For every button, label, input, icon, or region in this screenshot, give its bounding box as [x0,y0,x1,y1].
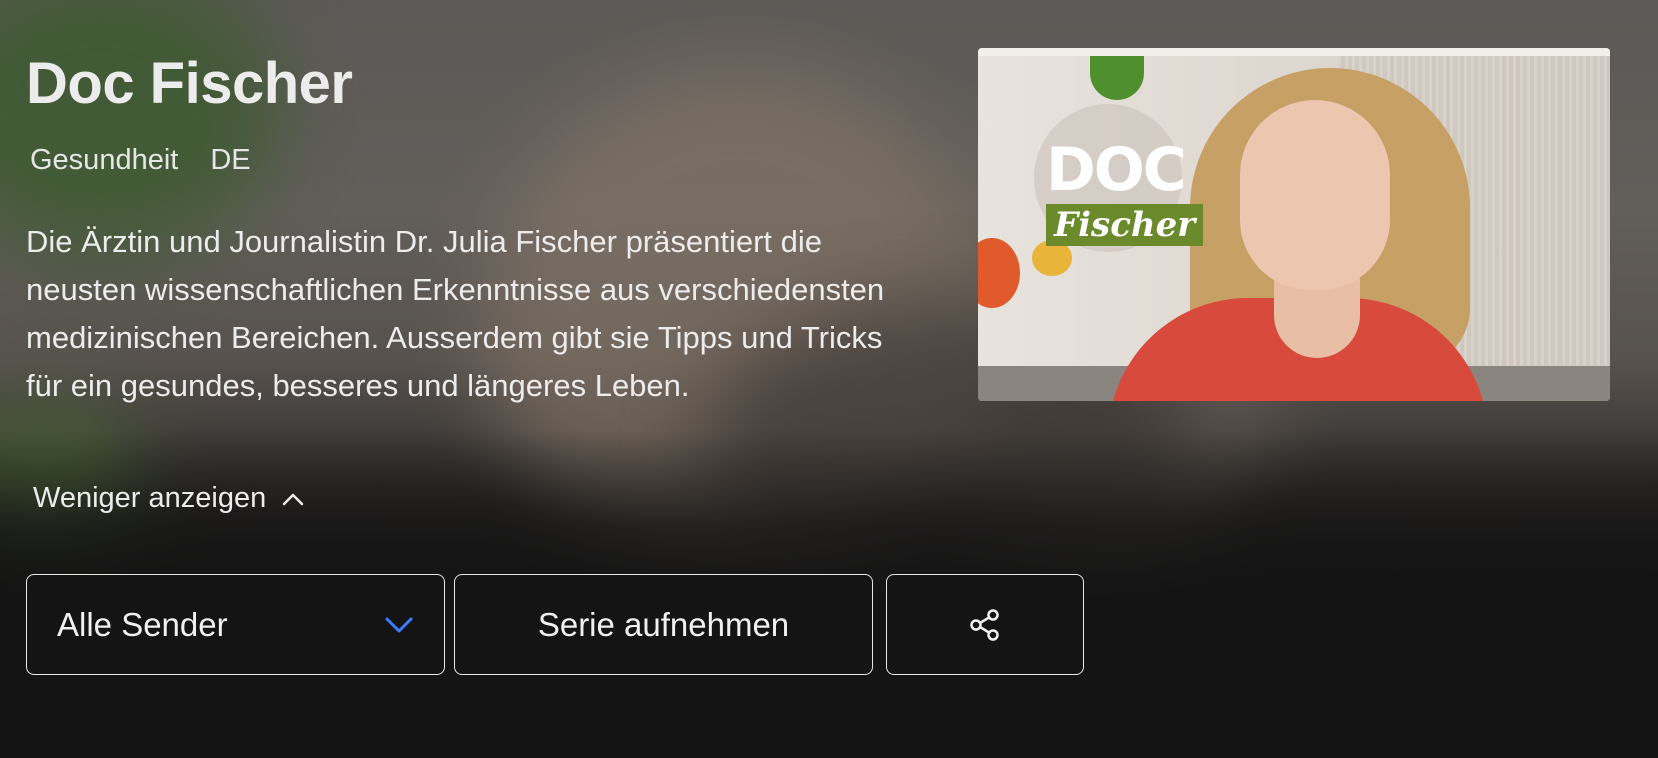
show-logo: DOC Fischer [1046,135,1204,246]
language-label: DE [210,144,251,176]
logo-fischer-text: Fischer [1046,204,1204,246]
channel-select-value: Alle Sender [57,605,228,643]
share-button[interactable] [886,574,1084,675]
show-description: Die Ärztin und Journalistin Dr. Julia Fi… [26,224,885,403]
show-less-label: Weniger anzeigen [33,482,267,514]
record-series-button[interactable]: Serie aufnehmen [454,574,873,675]
show-thumbnail: DOC Fischer [978,48,1610,401]
chevron-down-icon [385,617,413,632]
page-title: Doc Fischer [26,51,353,116]
share-icon [970,608,999,641]
show-meta: Gesundheit DE [30,144,251,177]
chevron-up-icon [282,493,304,505]
show-less-toggle[interactable]: Weniger anzeigen [33,482,304,515]
record-series-label: Serie aufnehmen [537,605,790,643]
channel-select[interactable]: Alle Sender [26,574,445,675]
genre-label: Gesundheit [30,144,179,176]
logo-doc-text: DOC [1046,135,1187,205]
